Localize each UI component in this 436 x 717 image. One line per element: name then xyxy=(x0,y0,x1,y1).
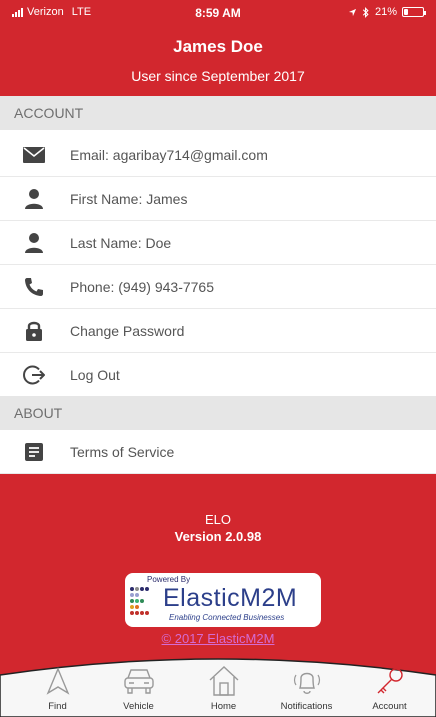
section-header-account: ACCOUNT xyxy=(0,96,436,130)
tab-vehicle-label: Vehicle xyxy=(123,701,154,712)
bluetooth-icon xyxy=(362,6,369,18)
account-row-email[interactable]: Email: agaribay714@gmail.com xyxy=(0,133,436,177)
section-header-about: ABOUT xyxy=(0,396,436,430)
about-row-terms[interactable]: Terms of Service xyxy=(0,430,436,474)
house-icon xyxy=(180,665,267,697)
bell-icon xyxy=(263,665,350,697)
person-icon xyxy=(22,231,46,255)
app-name: ELO xyxy=(204,512,231,527)
battery-percent: 21% xyxy=(374,6,397,18)
document-icon xyxy=(22,440,46,464)
profile-header: Verizon LTE 8:59 AM 21% James Doe User s… xyxy=(0,0,436,96)
tab-notifications-label: Notifications xyxy=(280,701,333,712)
phone-icon xyxy=(22,275,46,299)
battery-level-fill xyxy=(404,9,408,15)
envelope-icon xyxy=(22,143,46,167)
tab-home[interactable]: Home xyxy=(180,665,267,717)
tab-notifications[interactable]: Notifications xyxy=(263,665,350,717)
person-icon xyxy=(22,187,46,211)
location-arrow-icon xyxy=(348,8,357,16)
log-out-label: Log Out xyxy=(70,366,120,383)
logo-brand: ElasticM2M xyxy=(163,584,298,612)
tab-find[interactable]: Find xyxy=(14,665,101,717)
tab-account[interactable]: Account xyxy=(346,665,433,717)
email-label: Email: agaribay714@gmail.com xyxy=(70,146,268,163)
elasticm2m-logo: Powered By ElasticM2M Enabling Connected… xyxy=(125,573,321,627)
status-right-group: 21% xyxy=(348,6,426,18)
profile-member-since: User since September 2017 xyxy=(131,68,305,84)
tab-find-label: Find xyxy=(48,701,67,712)
change-password-label: Change Password xyxy=(70,322,185,339)
tab-account-label: Account xyxy=(372,701,407,712)
account-row-first-name[interactable]: First Name: James xyxy=(0,177,436,221)
account-row-change-password[interactable]: Change Password xyxy=(0,309,436,353)
compass-icon xyxy=(14,665,101,697)
profile-name: James Doe xyxy=(173,37,263,56)
terms-label: Terms of Service xyxy=(70,443,175,460)
first-name-label: First Name: James xyxy=(70,190,188,207)
key-icon xyxy=(346,665,433,697)
logo-tagline: Enabling Connected Businesses xyxy=(169,613,285,622)
account-row-phone[interactable]: Phone: (949) 943-7765 xyxy=(0,265,436,309)
tab-vehicle[interactable]: Vehicle xyxy=(95,665,182,717)
logo-dots-icon xyxy=(130,587,149,615)
copyright-link[interactable]: © 2017 ElasticM2M xyxy=(0,631,436,646)
status-bar: Verizon LTE 8:59 AM 21% xyxy=(0,6,436,26)
account-row-log-out[interactable]: Log Out xyxy=(0,353,436,397)
battery-icon xyxy=(402,7,426,17)
tab-home-label: Home xyxy=(210,701,237,712)
app-version: Version 2.0.98 xyxy=(174,529,262,544)
bottom-tab-bar: Find Vehicle Home Notifications Account xyxy=(0,655,436,717)
lock-icon xyxy=(22,319,46,343)
logout-icon xyxy=(22,363,46,387)
last-name-label: Last Name: Doe xyxy=(70,234,172,251)
account-row-last-name[interactable]: Last Name: Doe xyxy=(0,221,436,265)
car-icon xyxy=(95,665,182,697)
logo-powered-by: Powered By xyxy=(147,575,191,584)
phone-label: Phone: (949) 943-7765 xyxy=(70,278,214,295)
